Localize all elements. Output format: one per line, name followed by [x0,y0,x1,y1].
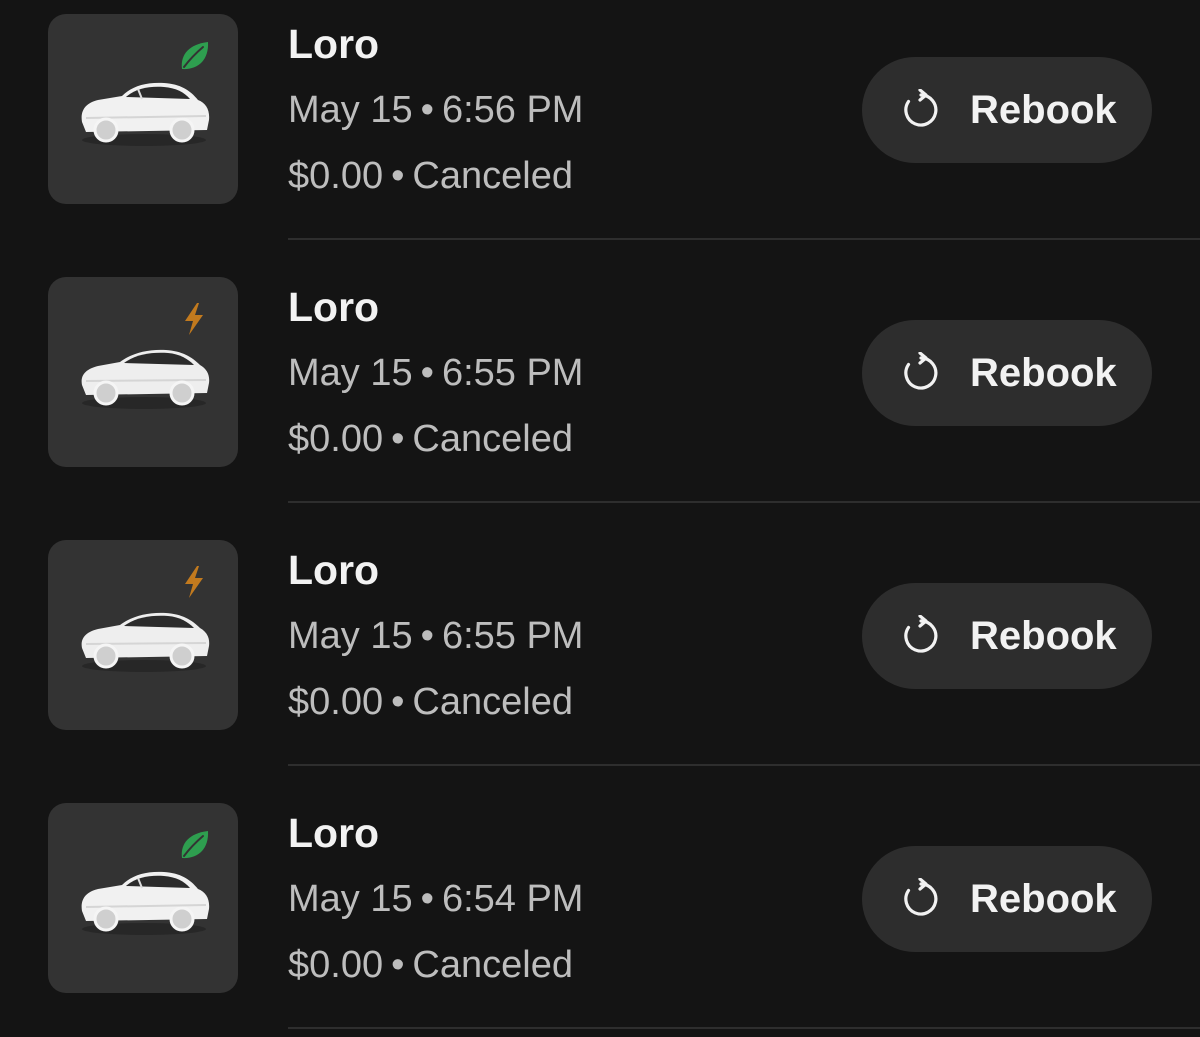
separator-dot: • [391,418,405,460]
rebook-button[interactable]: Rebook [862,583,1152,689]
vehicle-thumbnail [48,14,238,204]
car-icon [81,82,210,146]
separator-dot: • [420,615,434,657]
trip-status: Canceled [412,681,573,723]
rebook-button[interactable]: Rebook [862,57,1152,163]
trip-row[interactable]: Loro May 15 • 6:54 PM $0.00 • Canceled Reboo… [0,775,1200,1037]
rebook-label: Rebook [970,351,1117,395]
trip-price: $0.00 [288,155,384,197]
refresh-icon [904,615,938,653]
car-icon [81,871,210,935]
trip-price-status: $0.00 • Canceled [288,416,573,462]
separator-dot: • [420,878,434,920]
trip-row[interactable]: Loro May 15 • 6:55 PM $0.00 • Canceled Reboo… [0,512,1200,774]
trip-date: May 15 [288,352,413,394]
separator-dot: • [391,681,405,723]
trip-price: $0.00 [288,944,384,986]
trip-date: May 15 [288,878,413,920]
vehicle-thumbnail [48,540,238,730]
trip-service-name: Loro [288,21,380,67]
trip-datetime: May 15 • 6:55 PM [288,350,583,396]
trip-time: 6:56 PM [441,89,584,131]
trip-row[interactable]: Loro May 15 • 6:55 PM $0.00 • Canceled Reboo… [0,249,1200,511]
trip-price: $0.00 [288,681,384,723]
vehicle-thumbnail [48,277,238,467]
row-divider [288,238,1200,240]
leaf-icon [181,831,209,859]
row-divider [288,501,1200,503]
car-icon [81,612,210,672]
trip-status: Canceled [412,944,573,986]
row-divider [288,1027,1200,1029]
refresh-icon [904,352,938,390]
separator-dot: • [391,155,405,197]
trip-status: Canceled [412,155,573,197]
car-icon [81,349,210,409]
lightning-bolt-icon [185,566,203,598]
trip-list: Loro May 15 • 6:56 PM $0.00 • Canceled Reboo… [0,0,1200,1030]
separator-dot: • [420,352,434,394]
trip-time: 6:55 PM [441,352,584,394]
trip-row[interactable]: Loro May 15 • 6:56 PM $0.00 • Canceled Reboo… [0,0,1200,248]
rebook-label: Rebook [970,88,1117,132]
trip-datetime: May 15 • 6:55 PM [288,613,583,659]
trip-service-name: Loro [288,547,380,593]
trip-service-name: Loro [288,284,380,330]
trip-price-status: $0.00 • Canceled [288,679,573,725]
row-divider [288,764,1200,766]
rebook-label: Rebook [970,614,1117,658]
trip-time: 6:54 PM [441,878,584,920]
separator-dot: • [391,944,405,986]
lightning-bolt-icon [185,303,203,335]
trip-date: May 15 [288,615,413,657]
trip-price-status: $0.00 • Canceled [288,942,573,988]
vehicle-thumbnail [48,803,238,993]
rebook-button[interactable]: Rebook [862,846,1152,952]
rebook-label: Rebook [970,877,1117,921]
refresh-icon [904,878,938,916]
trip-price: $0.00 [288,418,384,460]
trip-date: May 15 [288,89,413,131]
rebook-button[interactable]: Rebook [862,320,1152,426]
trip-price-status: $0.00 • Canceled [288,153,573,199]
trip-time: 6:55 PM [441,615,584,657]
leaf-icon [181,42,209,70]
trip-datetime: May 15 • 6:54 PM [288,876,583,922]
trip-service-name: Loro [288,810,380,856]
trip-status: Canceled [412,418,573,460]
refresh-icon [904,89,938,127]
trip-datetime: May 15 • 6:56 PM [288,87,583,133]
separator-dot: • [420,89,434,131]
